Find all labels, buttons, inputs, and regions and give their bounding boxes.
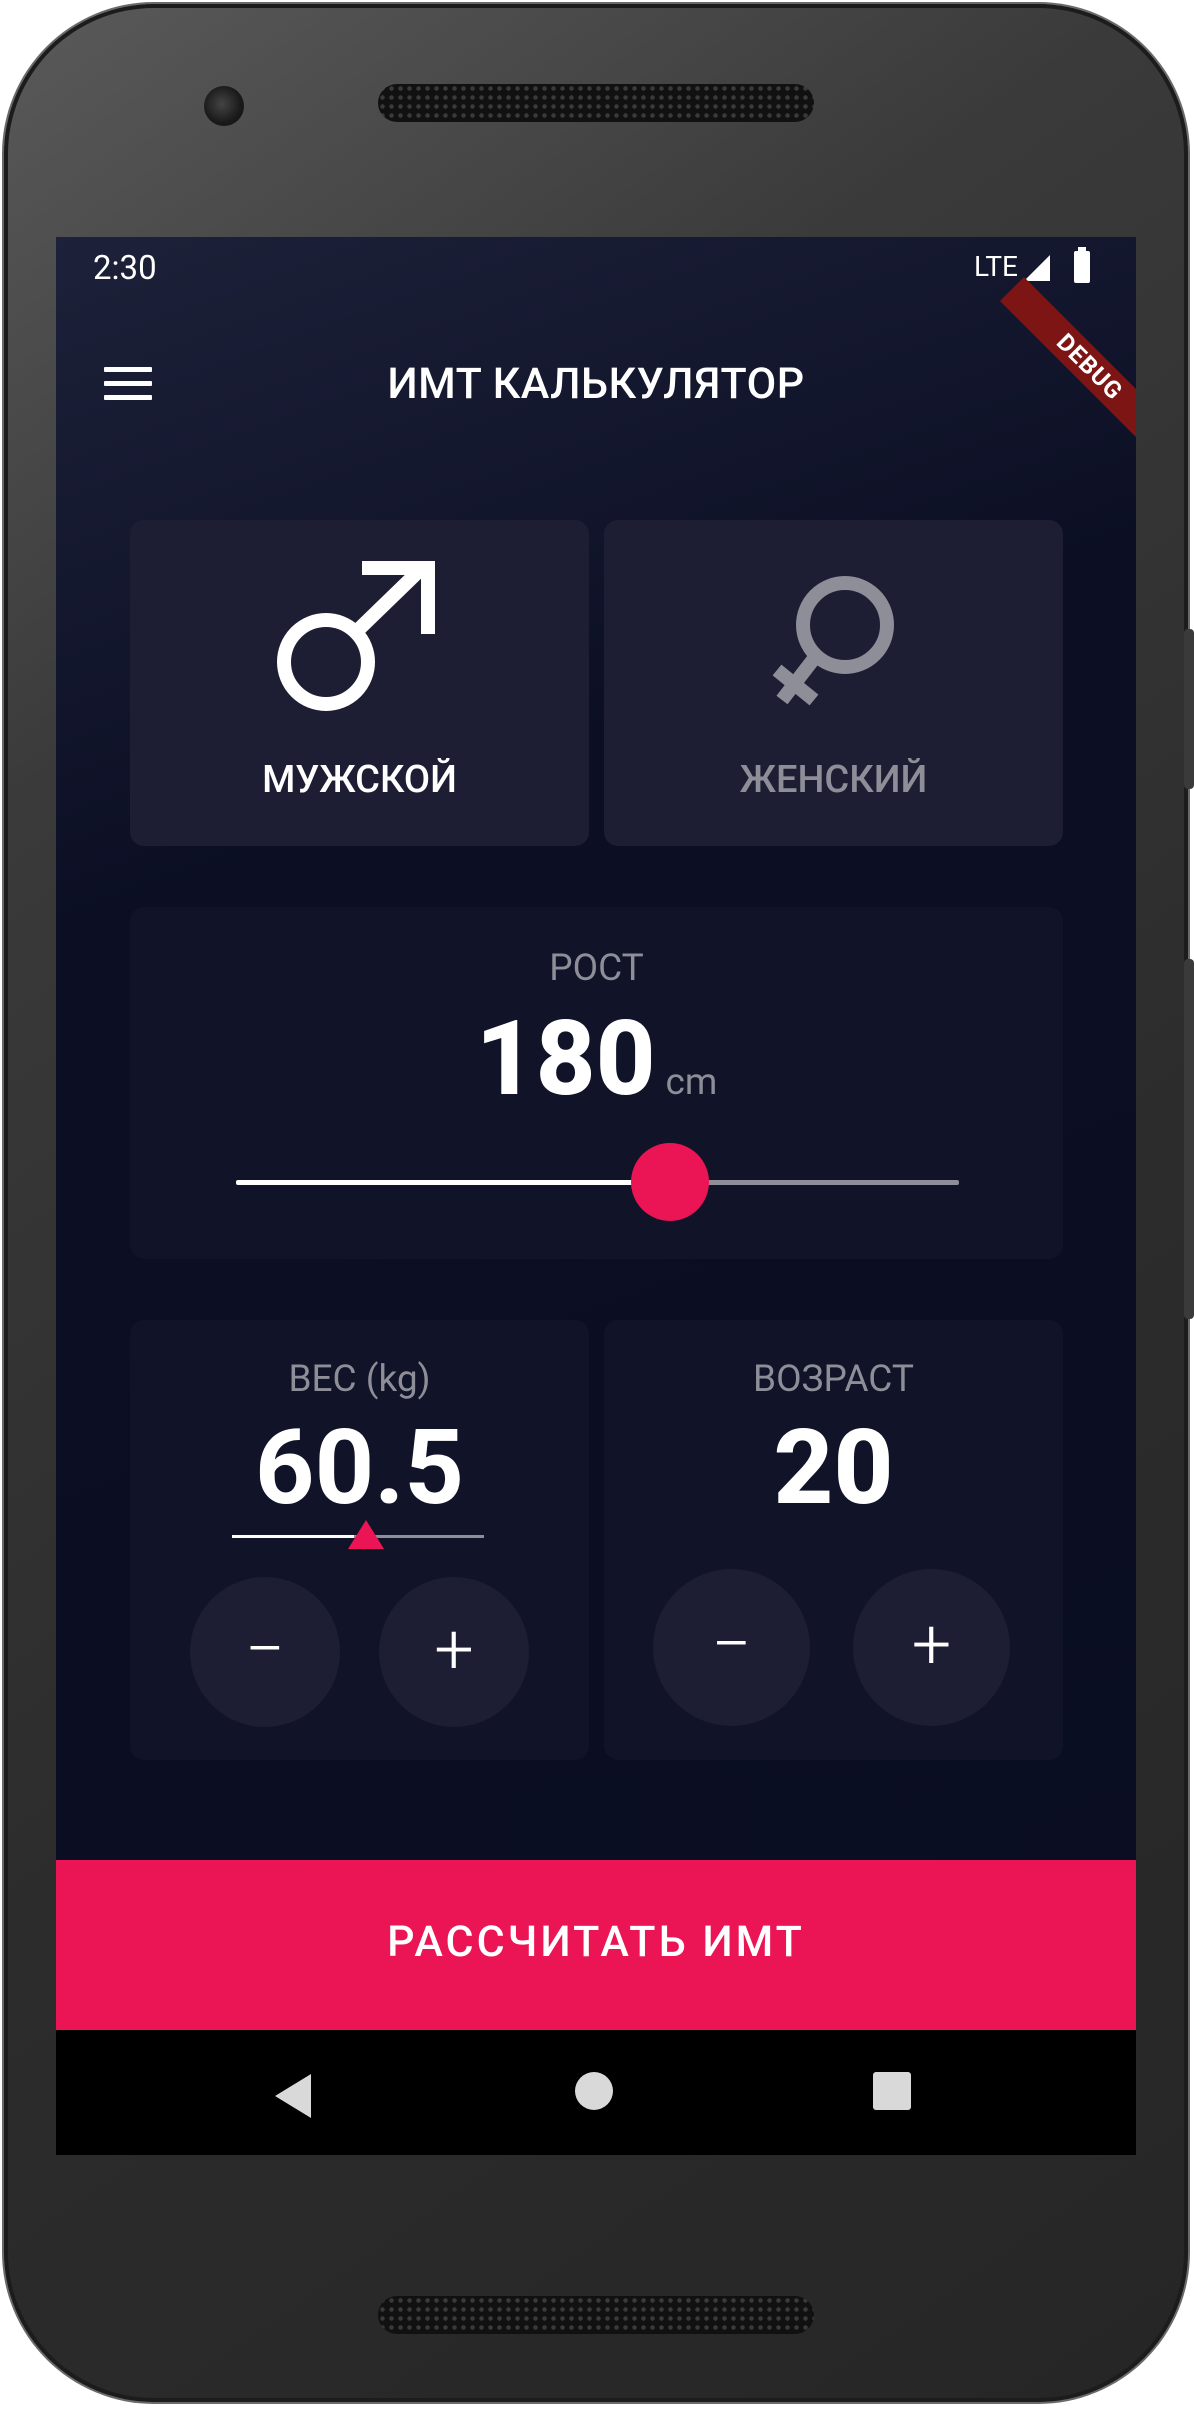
calculate-bmi-button[interactable]: РАССЧИТАТЬ ИМТ bbox=[56, 1860, 1136, 2030]
height-value: 180 bbox=[475, 999, 656, 1120]
female-label: ЖЕНСКИЙ bbox=[739, 758, 928, 802]
text-cursor-handle[interactable] bbox=[348, 1520, 384, 1549]
slider-track-inactive bbox=[669, 1180, 959, 1185]
height-slider[interactable] bbox=[236, 1143, 959, 1223]
slider-thumb[interactable] bbox=[630, 1143, 709, 1221]
battery-icon bbox=[1074, 247, 1090, 283]
male-label: МУЖСКОЙ bbox=[262, 758, 457, 802]
status-bar: 2:30 LTE bbox=[56, 237, 1136, 303]
back-icon[interactable] bbox=[275, 2074, 311, 2118]
age-plus-button[interactable]: + bbox=[853, 1569, 1010, 1726]
height-unit: cm bbox=[665, 1061, 718, 1104]
weight-label: ВЕС (kg) bbox=[288, 1358, 431, 1401]
female-gender-card[interactable]: ЖЕНСКИЙ bbox=[604, 520, 1063, 846]
female-symbol-icon bbox=[772, 576, 894, 706]
slider-track-active bbox=[236, 1180, 670, 1185]
recent-apps-icon[interactable] bbox=[873, 2072, 911, 2110]
height-label: РОСТ bbox=[549, 947, 644, 990]
age-card: ВОЗРАСТ 20 − + bbox=[604, 1320, 1063, 1760]
power-button bbox=[1184, 629, 1194, 789]
app-screen: 2:30 LTE DEBUG ИМТ КАЛЬКУЛЯТОР МУЖСКОЙ Ж… bbox=[56, 237, 1136, 2155]
height-card: РОСТ 180 cm bbox=[130, 907, 1063, 1259]
front-camera bbox=[204, 86, 244, 126]
weight-minus-button[interactable]: − bbox=[190, 1577, 340, 1727]
home-icon[interactable] bbox=[575, 2072, 613, 2110]
age-minus-button[interactable]: − bbox=[653, 1569, 810, 1726]
phone-frame: 2:30 LTE DEBUG ИМТ КАЛЬКУЛЯТОР МУЖСКОЙ Ж… bbox=[4, 4, 1194, 2402]
volume-button bbox=[1184, 959, 1194, 1319]
age-label: ВОЗРАСТ bbox=[753, 1358, 914, 1401]
height-value-row: 180 cm bbox=[130, 999, 1063, 1120]
calculate-button-label: РАССЧИТАТЬ ИМТ bbox=[387, 1917, 805, 1967]
bottom-speaker-grille bbox=[378, 2296, 814, 2334]
weight-value[interactable]: 60.5 bbox=[130, 1408, 589, 1529]
status-time: 2:30 bbox=[93, 249, 157, 288]
top-speaker-grille bbox=[378, 84, 814, 122]
weight-plus-button[interactable]: + bbox=[379, 1577, 529, 1727]
navigation-bar bbox=[56, 2030, 1136, 2155]
signal-icon bbox=[1024, 255, 1050, 281]
age-value: 20 bbox=[773, 1408, 894, 1529]
network-type: LTE bbox=[974, 250, 1018, 283]
app-bar: ИМТ КАЛЬКУЛЯТОР bbox=[56, 303, 1136, 463]
weight-card: ВЕС (kg) 60.5 − + bbox=[130, 1320, 589, 1760]
male-symbol-icon bbox=[277, 561, 435, 711]
page-title: ИМТ КАЛЬКУЛЯТОР bbox=[387, 359, 805, 409]
male-gender-card[interactable]: МУЖСКОЙ bbox=[130, 520, 589, 846]
